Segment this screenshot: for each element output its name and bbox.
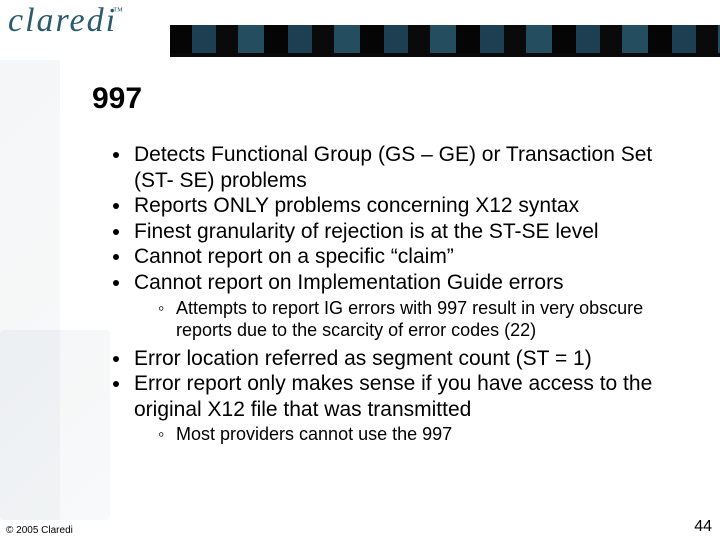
bullet-item: Error report only makes sense if you hav… bbox=[132, 371, 680, 446]
footer-copyright: © 2005 Claredi bbox=[6, 525, 73, 536]
bullet-item: Detects Functional Group (GS – GE) or Tr… bbox=[132, 142, 680, 193]
sub-bullet-item: Attempts to report IG errors with 997 re… bbox=[162, 298, 680, 342]
bullet-text: Detects Functional Group (GS – GE) or Tr… bbox=[134, 143, 652, 192]
sub-bullet-list: Most providers cannot use the 997 bbox=[134, 424, 680, 446]
sub-bullet-item: Most providers cannot use the 997 bbox=[162, 424, 680, 446]
bullet-item: Error location referred as segment count… bbox=[132, 346, 680, 372]
bullet-list: Detects Functional Group (GS – GE) or Tr… bbox=[110, 142, 680, 446]
bullet-item: Finest granularity of rejection is at th… bbox=[132, 219, 680, 245]
bullet-text: Finest granularity of rejection is at th… bbox=[134, 220, 599, 243]
bullet-text: Reports ONLY problems concerning X12 syn… bbox=[134, 194, 579, 217]
sub-bullet-text: Most providers cannot use the 997 bbox=[176, 424, 452, 444]
page-number: 44 bbox=[694, 518, 712, 536]
bullet-text: Cannot report on Implementation Guide er… bbox=[134, 271, 564, 294]
background-decoration bbox=[0, 330, 110, 520]
sub-bullet-text: Attempts to report IG errors with 997 re… bbox=[176, 298, 643, 340]
bullet-text: Error report only makes sense if you hav… bbox=[134, 372, 652, 421]
slide: claredi™ 997 Detects Functional Group (G… bbox=[0, 0, 720, 540]
logo-container: claredi™ bbox=[0, 0, 170, 58]
logo: claredi™ bbox=[8, 2, 129, 40]
bullet-text: Error location referred as segment count… bbox=[134, 347, 592, 370]
bullet-text: Cannot report on a specific “claim” bbox=[134, 245, 454, 268]
logo-trademark: ™ bbox=[113, 6, 125, 17]
slide-body: Detects Functional Group (GS – GE) or Tr… bbox=[110, 142, 680, 450]
slide-title: 997 bbox=[92, 82, 142, 116]
sub-bullet-list: Attempts to report IG errors with 997 re… bbox=[134, 298, 680, 342]
logo-text: claredi bbox=[8, 2, 117, 39]
bullet-item: Reports ONLY problems concerning X12 syn… bbox=[132, 193, 680, 219]
slide-header: claredi™ bbox=[0, 0, 720, 58]
bullet-item: Cannot report on Implementation Guide er… bbox=[132, 270, 680, 342]
bullet-item: Cannot report on a specific “claim” bbox=[132, 244, 680, 270]
